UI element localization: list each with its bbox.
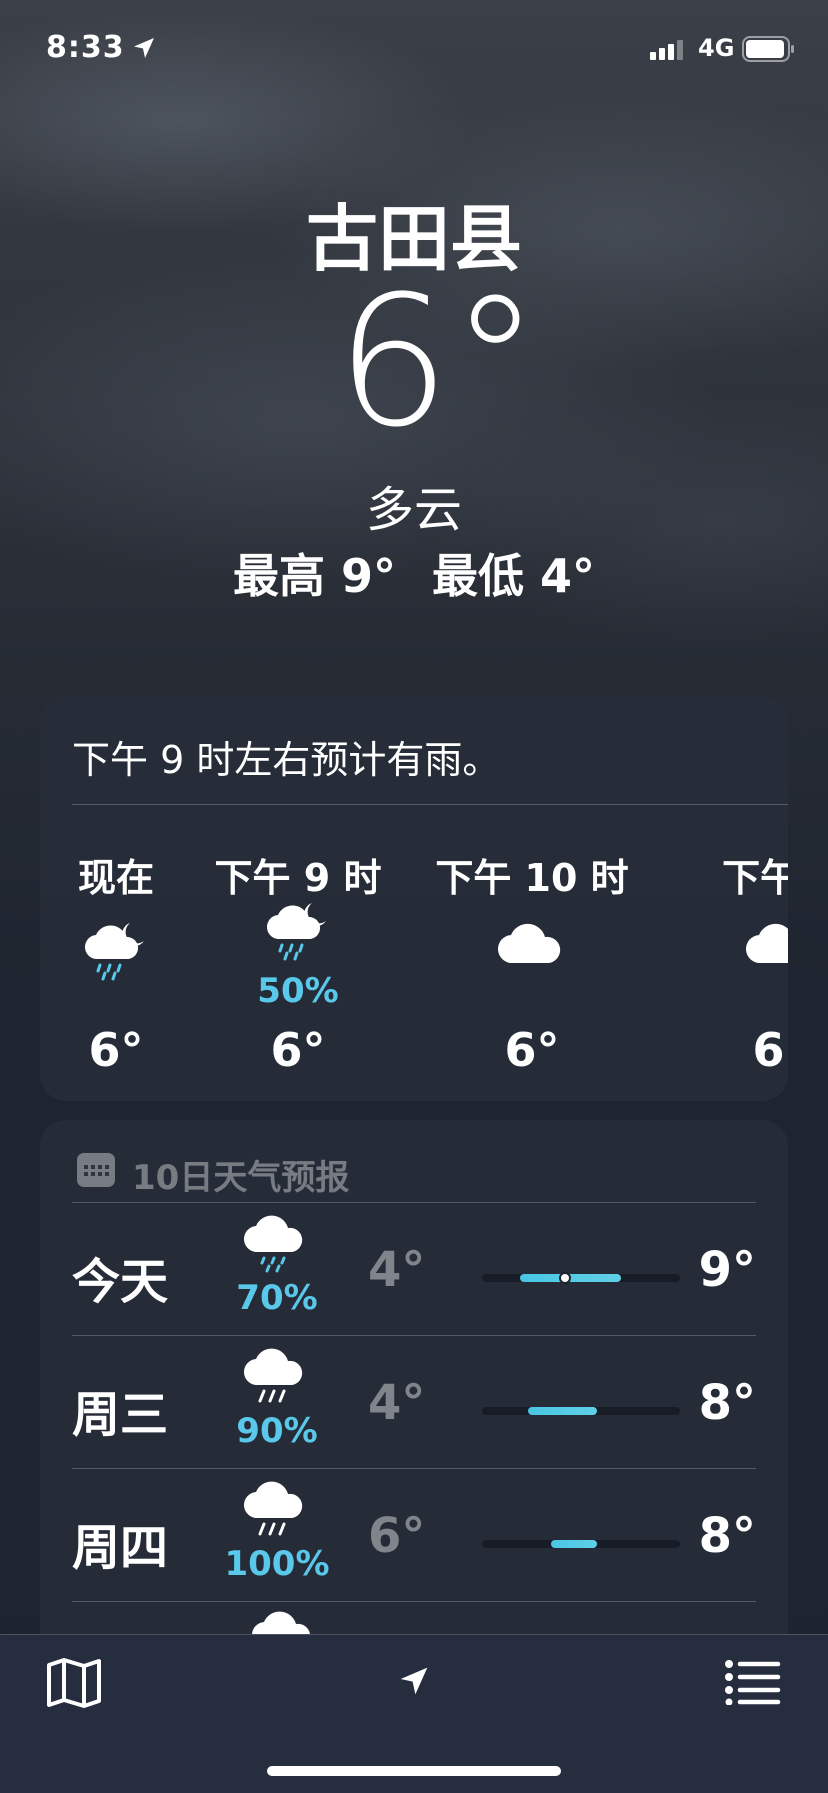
day-high: 8° [698, 1375, 756, 1431]
hour-temp: 6° [270, 1023, 326, 1077]
day-row-wed[interactable]: 周三 90% 4° 8° [72, 1335, 756, 1468]
hour-precip: 50% [257, 971, 339, 1011]
hour-temp: 6° [88, 1023, 144, 1077]
day-low: 6° [368, 1508, 426, 1564]
cloud-moon-rain-icon [266, 903, 326, 961]
hour-temp: 6° [752, 1023, 788, 1077]
day-row-thu[interactable]: 周四 100% 6° 8° [72, 1468, 756, 1601]
ten-day-header: 10日天气预报 [132, 1158, 350, 1198]
hour-label: 下午 10 时 [435, 856, 629, 900]
cloud-drizzle-icon [243, 1215, 303, 1273]
map-icon[interactable] [46, 1657, 102, 1709]
day-precip: 100% [224, 1544, 330, 1584]
cloud-icon [497, 923, 561, 964]
hour-label: 下午 9 时 [214, 856, 382, 900]
divider [72, 804, 788, 805]
day-low: 4° [368, 1375, 426, 1431]
temperature-range-fill [551, 1540, 597, 1548]
hour-label: 下午 1 [722, 856, 788, 900]
temperature-range-fill [527, 1407, 597, 1415]
divider [72, 1601, 756, 1602]
temperature-range-bar [482, 1407, 680, 1415]
network-type: 4G [698, 34, 735, 62]
day-name: 周四 [72, 1520, 169, 1576]
home-indicator[interactable] [267, 1766, 561, 1776]
battery-icon [742, 36, 794, 62]
location-arrow-icon[interactable] [398, 1665, 430, 1697]
current-temperature: 6° [335, 258, 541, 467]
low-temperature: 最低 4° [432, 549, 596, 603]
status-time: 8:33 [46, 30, 125, 65]
list-icon[interactable] [724, 1659, 782, 1705]
status-bar: 8:33 4G [0, 30, 828, 70]
day-row-today[interactable]: 今天 70% 4° 9° [72, 1202, 756, 1335]
hour-item: 下午 9 时 50% 6° [198, 847, 398, 1077]
hour-item: 现在 6° [40, 847, 216, 1077]
location-services-icon [134, 38, 154, 58]
cloud-rain-icon [243, 1481, 303, 1536]
day-name: 今天 [72, 1254, 169, 1310]
cloud-moon-rain-icon [84, 923, 144, 981]
ten-day-forecast-card[interactable]: 10日天气预报 今天 70% 4° 9° 周三 90% 4° 8° 周四 100… [40, 1120, 788, 1680]
calendar-icon [77, 1153, 115, 1187]
hour-label: 现在 [77, 856, 154, 900]
hour-temp: 6° [504, 1023, 560, 1077]
temperature-range-bar [482, 1540, 680, 1548]
hourly-forecast-card[interactable]: 下午 9 时左右预计有雨。 现在 6° 下午 9 时 50% 6° 下午 10 … [40, 697, 788, 1101]
cellular-signal-icon [650, 38, 683, 60]
day-name: 周三 [72, 1387, 169, 1443]
high-temperature: 最高 9° [232, 549, 396, 603]
hour-item: 下午 1 6° [680, 847, 788, 1077]
cloud-rain-icon [243, 1348, 303, 1403]
day-high: 8° [698, 1508, 756, 1564]
day-low: 4° [368, 1242, 426, 1298]
day-precip: 70% [236, 1278, 318, 1318]
high-low: 最高 9° 最低 4° [0, 540, 828, 606]
day-high: 9° [698, 1242, 756, 1298]
current-condition: 多云 [365, 482, 462, 538]
temperature-range-bar [482, 1272, 680, 1284]
hourly-summary: 下午 9 时左右预计有雨。 [72, 738, 501, 782]
current-temp-marker [559, 1272, 572, 1284]
cloud-icon [745, 923, 788, 964]
hour-item: 下午 10 时 6° [432, 847, 632, 1077]
day-precip: 90% [236, 1411, 318, 1451]
